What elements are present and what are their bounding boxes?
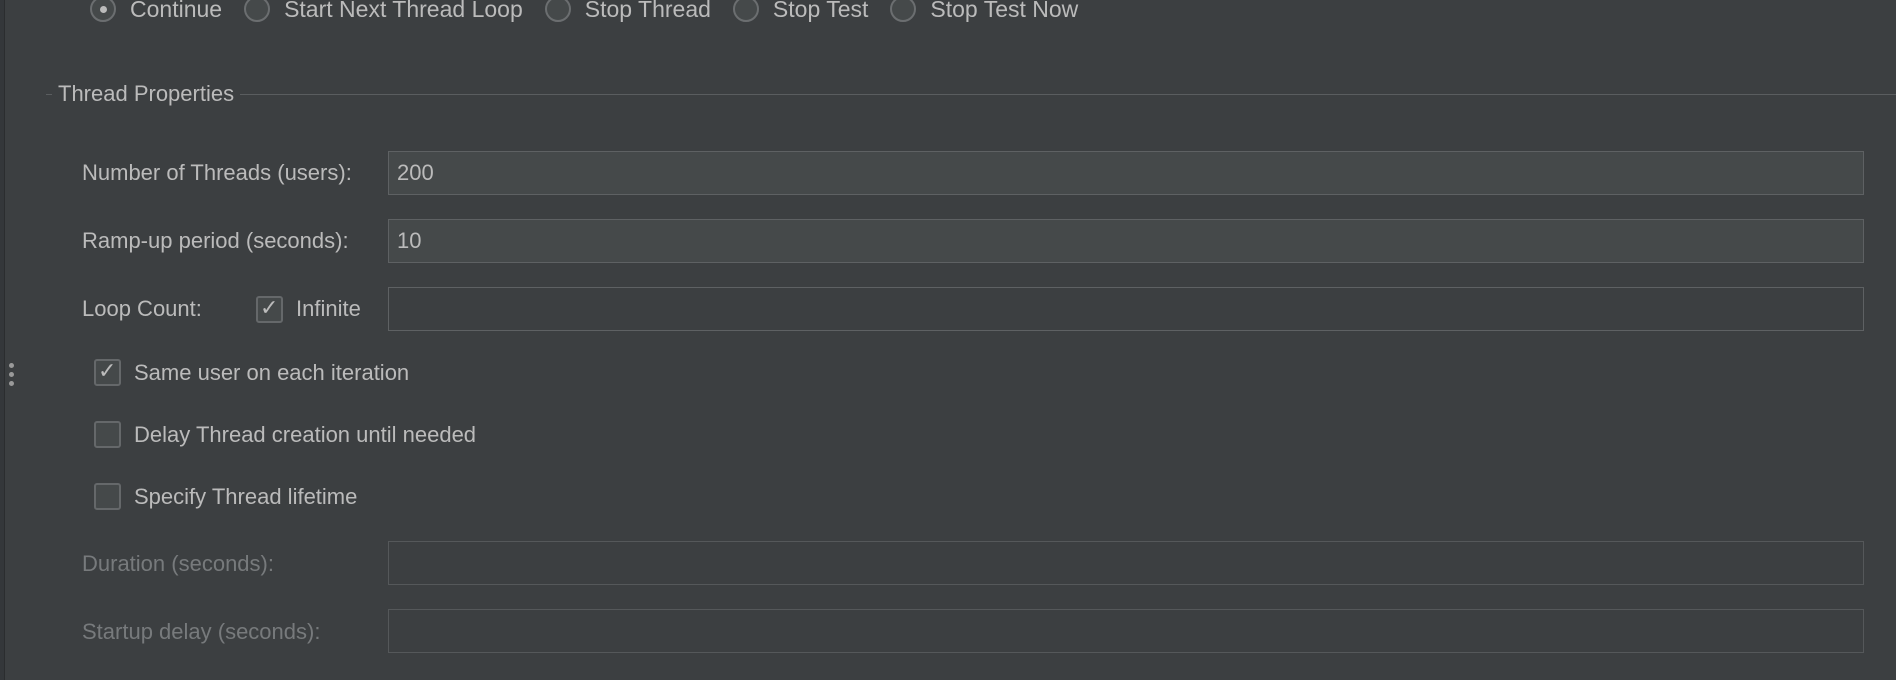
group-title-thread-properties: Thread Properties <box>52 81 241 107</box>
radio-button[interactable] <box>90 0 116 22</box>
splitter-dot <box>9 363 14 368</box>
radio-button[interactable] <box>244 0 271 22</box>
loop-count-input[interactable] <box>388 287 1864 331</box>
thread-group-panel: Continue Start Next Thread Loop Stop Thr… <box>0 0 1896 680</box>
infinite-checkbox[interactable]: ✓ <box>256 296 283 323</box>
ramp-up-input[interactable] <box>388 219 1864 263</box>
radio-label: Stop Test Now <box>930 0 1079 22</box>
duration-input[interactable] <box>388 541 1864 585</box>
check-icon: ✓ <box>98 359 117 384</box>
loop-count-label: Loop Count: <box>82 296 202 321</box>
radio-option-stop-test-now[interactable]: Stop Test Now <box>890 0 1078 23</box>
radio-option-continue[interactable]: Continue <box>90 0 222 23</box>
radio-option-stop-test[interactable]: Stop Test <box>732 0 869 23</box>
delay-creation-label: Delay Thread creation until needed <box>134 422 477 447</box>
same-user-label: Same user on each iteration <box>134 360 410 385</box>
delay-creation-checkbox[interactable] <box>94 421 121 448</box>
group-border <box>46 94 1896 95</box>
check-icon: ✓ <box>260 296 279 321</box>
radio-option-stop-thread[interactable]: Stop Thread <box>544 0 711 23</box>
on-error-action-group: Continue Start Next Thread Loop Stop Thr… <box>90 0 1100 23</box>
specify-lifetime-label: Specify Thread lifetime <box>134 484 358 509</box>
radio-label: Start Next Thread Loop <box>284 0 523 22</box>
infinite-label: Infinite <box>296 296 361 321</box>
specify-lifetime-checkbox[interactable] <box>94 483 121 510</box>
splitter-handle[interactable] <box>8 363 14 391</box>
startup-delay-label: Startup delay (seconds): <box>82 619 321 644</box>
splitter-dot <box>9 381 14 386</box>
same-user-checkbox[interactable]: ✓ <box>94 359 121 386</box>
radio-button[interactable] <box>544 0 571 22</box>
left-panel-border <box>0 0 5 680</box>
radio-label: Continue <box>130 0 223 22</box>
radio-option-start-next-thread-loop[interactable]: Start Next Thread Loop <box>244 0 523 23</box>
radio-label: Stop Test <box>772 0 869 22</box>
startup-delay-input[interactable] <box>388 609 1864 653</box>
num-threads-input[interactable] <box>388 151 1864 195</box>
radio-button[interactable] <box>890 0 917 22</box>
splitter-dot <box>9 372 14 377</box>
num-threads-label: Number of Threads (users): <box>82 160 352 185</box>
radio-button[interactable] <box>732 0 759 22</box>
ramp-up-label: Ramp-up period (seconds): <box>82 228 349 253</box>
duration-label: Duration (seconds): <box>82 551 274 576</box>
radio-label: Stop Thread <box>584 0 711 22</box>
